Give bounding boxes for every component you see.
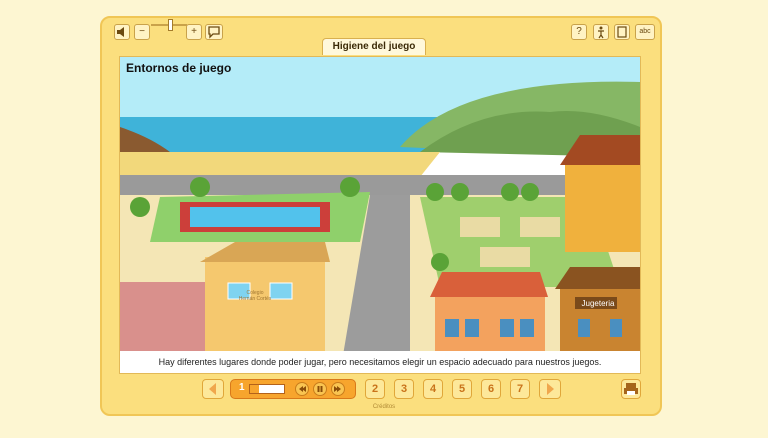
accessibility-icon[interactable] [593,24,609,40]
volume-down-button[interactable]: − [134,24,150,40]
volume-slider-knob[interactable] [168,19,173,31]
page-button-5[interactable]: 5 [452,379,472,399]
progress-fill [250,385,259,393]
speech-bubble-icon[interactable] [205,24,223,40]
page-button-4[interactable]: 4 [423,379,443,399]
abc-button[interactable]: abc [635,24,655,40]
progress-track [249,384,285,394]
section-title: Higiene del juego [322,38,426,55]
current-page-indicator: 1 [230,379,356,399]
rewind-button[interactable] [295,382,309,396]
playground-scene [120,57,640,373]
stage-title: Entornos de juego [126,61,232,75]
speaker-icon[interactable] [114,24,130,40]
scene-caption: Hay diferentes lugares donde poder jugar… [120,351,640,373]
page-button-3[interactable]: 3 [394,379,414,399]
school-sign: Colegio Hernán Cortés [238,290,272,302]
current-page-number: 1 [239,382,245,393]
credits-link[interactable]: Créditos [0,404,768,410]
previous-page-button[interactable] [202,379,224,399]
help-button[interactable]: ? [571,24,587,40]
printer-icon[interactable] [621,379,641,399]
document-icon[interactable] [614,24,630,40]
pause-button[interactable] [313,382,327,396]
forward-button[interactable] [331,382,345,396]
next-page-button[interactable] [539,379,561,399]
page-button-2[interactable]: 2 [365,379,385,399]
toy-store-sign: Jugeteria [581,299,615,308]
illustration-stage: Entornos de juego Colegio Hernán Cortés … [119,56,641,374]
page-button-7[interactable]: 7 [510,379,530,399]
volume-up-button[interactable]: + [186,24,202,40]
page-button-6[interactable]: 6 [481,379,501,399]
